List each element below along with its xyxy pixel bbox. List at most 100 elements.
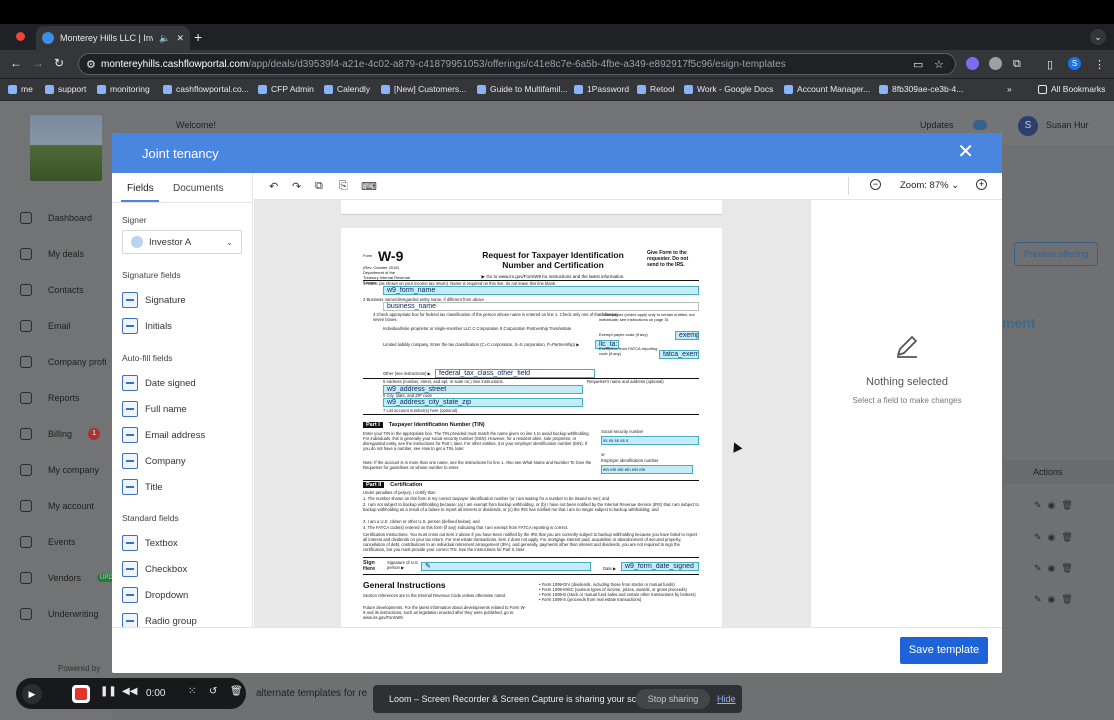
bookmark-item[interactable]: Retool	[637, 84, 675, 94]
more-bookmarks-icon[interactable]: »	[1007, 84, 1012, 94]
paste-icon[interactable]: ⎘	[339, 180, 348, 193]
bookmark-star-icon[interactable]: ☆	[934, 58, 944, 71]
extensions-puzzle-icon[interactable]: ⧉	[1013, 58, 1021, 71]
give-form-note: Give Form to the requester. Do not send …	[647, 250, 689, 268]
exempt-payee-field[interactable]: exemp	[675, 331, 699, 340]
rewind-icon[interactable]: ◀◀	[122, 686, 137, 697]
preview-offering-button[interactable]: Preview offering	[1014, 242, 1098, 266]
browser-tab[interactable]: Monterey Hills LLC | Inves 🔈 ✕	[36, 26, 190, 50]
undo-icon[interactable]: ↶	[269, 180, 278, 193]
field-dropdown[interactable]: Dropdown	[122, 587, 188, 603]
business-name-field[interactable]: business_name	[383, 302, 699, 311]
sidebar-item-reports[interactable]: Reports	[20, 392, 80, 404]
field-date-signed[interactable]: Date signed	[122, 375, 196, 391]
bookmark-item[interactable]: support	[45, 84, 86, 94]
stop-recording-button[interactable]	[72, 685, 90, 703]
trash-icon[interactable]: 🗑	[230, 686, 243, 697]
back-icon[interactable]: ←	[10, 56, 22, 70]
bookmark-item[interactable]: 8fb309ae-ce3b-4...	[879, 84, 963, 94]
reload-icon[interactable]: ↻	[54, 56, 64, 70]
sidebar-item-my-deals[interactable]: My deals	[20, 248, 84, 260]
profile-avatar[interactable]: S	[1068, 57, 1081, 70]
signature-fields-label: Signature fields	[122, 270, 181, 280]
sidebar-item-email[interactable]: Email	[20, 320, 71, 332]
field-full-name[interactable]: Full name	[122, 401, 187, 417]
fatca-exemption-field[interactable]: fatca_exempl	[659, 350, 699, 359]
row-action-icons[interactable]: ✎◉🗑	[1034, 532, 1079, 543]
field-initials[interactable]: Initials	[122, 318, 172, 334]
w9-form-name-field[interactable]: w9_form_name	[383, 286, 699, 295]
tab-fields[interactable]: Fields	[127, 183, 154, 194]
forward-icon[interactable]: →	[32, 56, 44, 70]
sidebar-item-company-profile[interactable]: Company profi	[20, 356, 107, 368]
field-company[interactable]: Company	[122, 453, 186, 469]
sidebar-item-events[interactable]: Events	[20, 536, 76, 548]
user-name[interactable]: Susan Hur	[1046, 120, 1089, 130]
bookmark-item[interactable]: cashflowportal.co...	[163, 84, 249, 94]
sidebar-item-billing[interactable]: Billing 1	[20, 428, 101, 440]
field-textbox[interactable]: Textbox	[122, 535, 178, 551]
zoom-select[interactable]: Zoom: 87% ⌄	[900, 180, 959, 191]
bookmark-item[interactable]: Guide to Multifamil...	[477, 84, 567, 94]
sidebar-item-vendors[interactable]: Vendors UPDA	[20, 572, 120, 584]
field-signature[interactable]: Signature	[122, 292, 186, 308]
user-avatar[interactable]: S	[1018, 116, 1038, 136]
ein-field[interactable]: ein ein ein ein ein ein	[601, 465, 693, 474]
w9-page[interactable]: Form W-9 (Rev. October 2018) Department …	[341, 228, 722, 638]
bookmark-item[interactable]: monitoring	[97, 84, 150, 94]
zoom-in-icon[interactable]: +	[976, 179, 987, 190]
signer-select[interactable]: Investor A ⌄	[122, 230, 242, 254]
bookmark-item[interactable]: CFP Admin	[258, 84, 314, 94]
copy-icon[interactable]: ⧉	[315, 180, 323, 193]
signature-field[interactable]: ✎	[421, 562, 591, 571]
site-info-icon[interactable]: ⚙	[86, 58, 96, 71]
ssn-field[interactable]: ss ss ss ss s	[601, 436, 699, 445]
sidebar-item-dashboard[interactable]: Dashboard	[20, 212, 92, 224]
keyboard-icon[interactable]: ⌨	[361, 180, 377, 193]
zoom-out-icon[interactable]: −	[870, 179, 881, 190]
row-action-icons[interactable]: ✎◉🗑	[1034, 563, 1079, 574]
sidebar-item-my-account[interactable]: My account	[20, 500, 94, 512]
bookmark-item[interactable]: Account Manager...	[784, 84, 870, 94]
tab-documents[interactable]: Documents	[173, 183, 224, 194]
redo-icon[interactable]: ↷	[292, 180, 301, 193]
tab-search-icon[interactable]: ⌄	[1090, 29, 1106, 45]
close-icon[interactable]: ✕	[957, 142, 974, 162]
bookmarks-bar: me support monitoring cashflowportal.co.…	[0, 79, 1114, 101]
bookmark-item[interactable]: Calendly	[324, 84, 370, 94]
bookmark-item[interactable]: [New] Customers...	[381, 84, 466, 94]
save-template-button[interactable]: Save template	[900, 637, 988, 664]
field-email-address[interactable]: Email address	[122, 427, 205, 443]
stop-sharing-button[interactable]: Stop sharing	[636, 689, 710, 709]
tab-close-icon[interactable]: ✕	[176, 33, 184, 44]
sidebar-item-my-company[interactable]: My company	[20, 464, 99, 476]
grid-icon[interactable]: ⁙	[188, 686, 196, 697]
hide-banner-link[interactable]: Hide	[717, 694, 736, 704]
field-title[interactable]: Title	[122, 479, 163, 495]
audio-icon[interactable]: 🔈	[159, 33, 170, 44]
other-tax-class-field[interactable]: federal_tax_class_other_field	[435, 369, 595, 378]
bookmark-item[interactable]: 1Password	[574, 84, 629, 94]
camera-icon[interactable]: ▶	[22, 684, 42, 704]
extension-icon[interactable]	[989, 57, 1002, 70]
field-checkbox[interactable]: Checkbox	[122, 561, 187, 577]
address-city-field[interactable]: w9_address_city_state_zip	[383, 398, 583, 407]
browser-menu-icon[interactable]: ⋮	[1094, 58, 1105, 71]
part1-text: Enter your TIN in the appropriate box. T…	[363, 431, 590, 451]
sidebar-item-contacts[interactable]: Contacts	[20, 284, 84, 296]
updates-menu[interactable]: Updates	[920, 120, 954, 130]
date-signed-field[interactable]: w9_form_date_signed	[621, 562, 699, 571]
extension-icon[interactable]	[966, 57, 979, 70]
row-action-icons[interactable]: ✎◉🗑	[1034, 500, 1079, 511]
pause-icon[interactable]: ❚❚	[100, 686, 117, 697]
sidebar-item-underwriting[interactable]: Underwriting	[20, 608, 99, 620]
install-icon[interactable]: ▭	[913, 58, 923, 71]
bookmark-item[interactable]: Work - Google Docs	[684, 84, 773, 94]
restart-icon[interactable]: ↺	[209, 686, 217, 697]
bookmark-item[interactable]: me	[8, 84, 33, 94]
side-panel-icon[interactable]: ▯	[1047, 58, 1053, 71]
all-bookmarks[interactable]: All Bookmarks	[1038, 84, 1105, 94]
address-bar[interactable]: montereyhills.cashflowportal.com/app/dea…	[78, 53, 956, 75]
new-tab-icon[interactable]: +	[194, 29, 202, 45]
row-action-icons[interactable]: ✎◉🗑	[1034, 594, 1079, 605]
